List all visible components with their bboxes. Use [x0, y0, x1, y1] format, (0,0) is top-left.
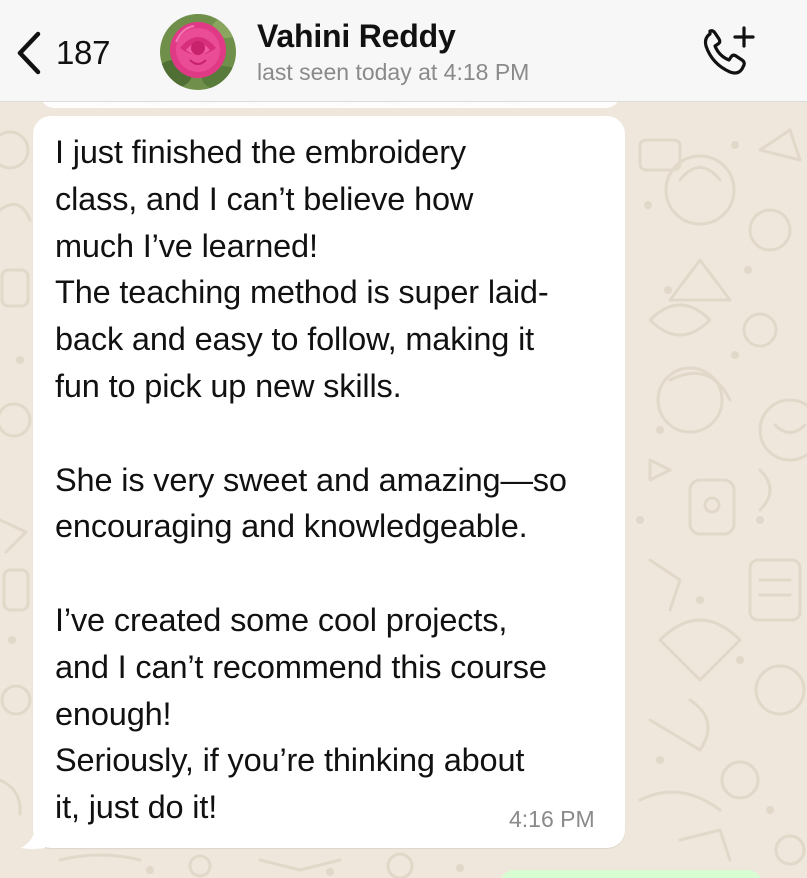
outgoing-message-bubble[interactable]	[500, 870, 762, 878]
chevron-left-icon	[17, 31, 41, 75]
unread-count: 187	[56, 34, 111, 71]
avatar[interactable]	[160, 14, 236, 90]
phone-add-icon	[703, 26, 755, 75]
message-timestamp: 4:16 PM	[509, 806, 595, 832]
contact-name[interactable]: Vahini Reddy	[257, 18, 456, 55]
last-seen-status: last seen today at 4:18 PM	[257, 59, 530, 85]
rose-avatar-image	[160, 14, 236, 90]
add-call-button[interactable]	[700, 24, 758, 80]
back-button[interactable]: 187	[14, 26, 110, 80]
message-text: I just finished the embroidery class, an…	[55, 134, 567, 826]
bubble-tail	[21, 826, 45, 849]
chat-header: 187 Vahini Reddy last seen today at 4:18…	[0, 0, 807, 102]
